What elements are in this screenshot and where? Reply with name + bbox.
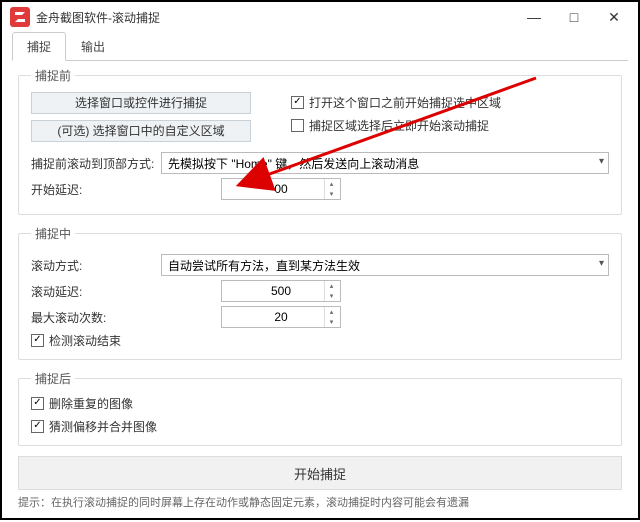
group-after-capture: 捕捉后 删除重复的图像 猜测偏移并合并图像 <box>18 370 622 446</box>
spinner-up-icon[interactable]: ▴ <box>324 179 338 189</box>
minimize-button[interactable]: — <box>514 3 554 31</box>
spinner-scroll-delay[interactable]: 500 ▴▾ <box>221 280 341 302</box>
checkbox-label: 打开这个窗口之前开始捕捉选中区域 <box>309 94 501 111</box>
spinner-up-icon[interactable]: ▴ <box>324 281 338 291</box>
group-during-capture: 捕捉中 滚动方式: 自动尝试所有方法，直到某方法生效 ▾ 滚动延迟: 500 ▴… <box>18 225 622 360</box>
content-area: 捕捉前 选择窗口或控件进行捕捉 (可选) 选择窗口中的自定义区域 打开这个窗口之… <box>2 61 638 446</box>
checkbox-icon <box>31 334 44 347</box>
checkbox-label: 删除重复的图像 <box>49 395 133 412</box>
app-window: 金舟截图软件-滚动捕捉 — □ ✕ 捕捉 输出 捕捉前 选择窗口或控件进行捕捉 … <box>0 0 640 520</box>
spinner-down-icon[interactable]: ▾ <box>324 189 338 199</box>
tab-bar: 捕捉 输出 <box>12 32 628 61</box>
checkbox-select-region-first[interactable]: 打开这个窗口之前开始捕捉选中区域 <box>291 94 501 111</box>
combo-scroll-method[interactable]: 自动尝试所有方法，直到某方法生效 ▾ <box>161 254 609 276</box>
window-title: 金舟截图软件-滚动捕捉 <box>36 9 514 26</box>
label-scroll-method: 滚动方式: <box>31 257 161 274</box>
spinner-down-icon[interactable]: ▾ <box>324 291 338 301</box>
hint-text: 提示：在执行滚动捕捉的同时屏幕上存在动作或静态固定元素，滚动捕捉时内容可能会有遗… <box>18 494 622 510</box>
select-window-button[interactable]: 选择窗口或控件进行捕捉 <box>31 92 251 114</box>
spinner-max-scroll-value: 20 <box>274 310 287 324</box>
group-before-legend: 捕捉前 <box>31 67 75 84</box>
label-start-delay: 开始延迟: <box>31 181 161 198</box>
titlebar: 金舟截图软件-滚动捕捉 — □ ✕ <box>2 2 638 32</box>
combo-scroll-method-value: 自动尝试所有方法，直到某方法生效 <box>168 257 360 274</box>
checkbox-icon <box>31 420 44 433</box>
label-scroll-delay: 滚动延迟: <box>31 283 161 300</box>
combo-top-method-value: 先模拟按下 "Home" 键，然后发送向上滚动消息 <box>168 155 419 172</box>
chevron-down-icon: ▾ <box>599 258 604 269</box>
checkbox-icon <box>291 96 304 109</box>
app-logo-icon <box>10 7 30 27</box>
combo-top-method[interactable]: 先模拟按下 "Home" 键，然后发送向上滚动消息 ▾ <box>161 152 609 174</box>
spinner-start-delay[interactable]: 00 ▴▾ <box>221 178 341 200</box>
group-before-capture: 捕捉前 选择窗口或控件进行捕捉 (可选) 选择窗口中的自定义区域 打开这个窗口之… <box>18 67 622 215</box>
tab-capture[interactable]: 捕捉 <box>12 32 66 61</box>
spinner-down-icon[interactable]: ▾ <box>324 317 338 327</box>
maximize-button[interactable]: □ <box>554 3 594 31</box>
checkbox-remove-dup[interactable]: 删除重复的图像 <box>31 395 609 412</box>
label-max-scroll: 最大滚动次数: <box>31 309 161 326</box>
spinner-max-scroll[interactable]: 20 ▴▾ <box>221 306 341 328</box>
checkbox-label: 捕捉区域选择后立即开始滚动捕捉 <box>309 117 489 134</box>
spinner-scroll-delay-value: 500 <box>271 284 291 298</box>
close-button[interactable]: ✕ <box>594 3 634 31</box>
chevron-down-icon: ▾ <box>599 156 604 167</box>
group-during-legend: 捕捉中 <box>31 225 75 242</box>
checkbox-label: 猜测偏移并合并图像 <box>49 418 157 435</box>
label-top-method: 捕捉前滚动到顶部方式: <box>31 155 161 172</box>
checkbox-icon <box>31 397 44 410</box>
group-after-legend: 捕捉后 <box>31 370 75 387</box>
spinner-start-delay-value: 00 <box>274 182 287 196</box>
checkbox-icon <box>291 119 304 132</box>
start-capture-button[interactable]: 开始捕捉 <box>18 456 622 490</box>
tab-output[interactable]: 输出 <box>66 32 120 60</box>
spinner-up-icon[interactable]: ▴ <box>324 307 338 317</box>
checkbox-label: 检测滚动结束 <box>49 332 121 349</box>
checkbox-guess-merge[interactable]: 猜测偏移并合并图像 <box>31 418 609 435</box>
select-custom-region-button[interactable]: (可选) 选择窗口中的自定义区域 <box>31 120 251 142</box>
checkbox-scroll-after-select[interactable]: 捕捉区域选择后立即开始滚动捕捉 <box>291 117 501 134</box>
checkbox-detect-end[interactable]: 检测滚动结束 <box>31 332 609 349</box>
